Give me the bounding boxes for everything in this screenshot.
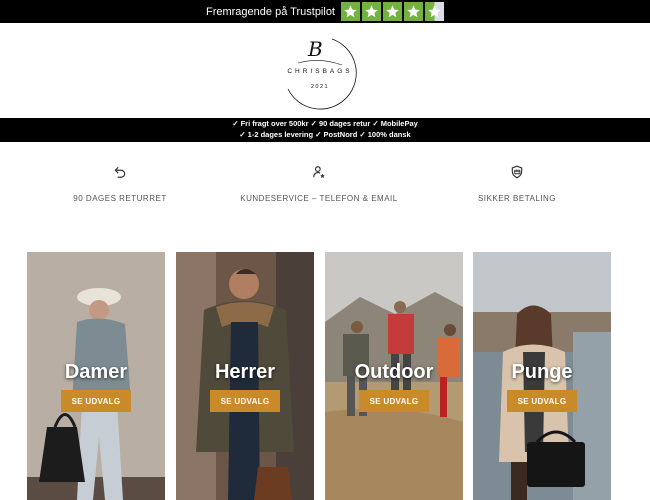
category-title: Herrer: [214, 361, 276, 383]
logo-year: 2021: [310, 84, 330, 90]
star-icon: [383, 2, 402, 21]
se-udvalg-button[interactable]: SE UDVALG: [507, 390, 577, 412]
return-arrow-icon: [20, 162, 220, 182]
trustpilot-bar[interactable]: Fremragende på Trustpilot: [0, 0, 650, 23]
customer-service-icon: [219, 162, 419, 182]
star-icon: [341, 2, 360, 21]
trustpilot-text[interactable]: Fremragende på Trustpilot: [206, 6, 335, 18]
trustpilot-stars: [341, 2, 444, 21]
category-title: Punge: [511, 361, 573, 383]
feature-label: SIKKER BETALING: [477, 194, 557, 203]
category-card-damer[interactable]: Damer SE UDVALG: [27, 252, 165, 500]
se-udvalg-button[interactable]: SE UDVALG: [359, 390, 429, 412]
category-title: Outdoor: [354, 361, 434, 383]
feature-customer-service: KUNDESERVICE – TELEFON & EMAIL: [219, 162, 419, 203]
secure-payment-icon: [417, 162, 617, 182]
benefits-line-1: ✓ Fri fragt over 500kr ✓ 90 dages retur …: [232, 119, 418, 128]
feature-secure-payment: SIKKER BETALING: [417, 162, 617, 203]
se-udvalg-button[interactable]: SE UDVALG: [61, 390, 131, 412]
header: B CHRISBAGS 2021: [0, 23, 650, 118]
category-card-herrer[interactable]: Herrer SE UDVALG: [176, 252, 314, 500]
star-icon: [404, 2, 423, 21]
half-star-icon: [425, 2, 444, 21]
logo-name: CHRISBAGS: [287, 68, 353, 75]
benefits-line-2: ✓ 1-2 dages levering ✓ PostNord ✓ 100% d…: [239, 129, 411, 139]
chrisbags-logo[interactable]: B CHRISBAGS 2021: [280, 35, 360, 110]
se-udvalg-button[interactable]: SE UDVALG: [210, 390, 280, 412]
feature-label: 90 DAGES RETURRET: [73, 194, 167, 203]
category-card-outdoor[interactable]: Outdoor SE UDVALG: [325, 252, 463, 500]
benefits-bar: ✓ Fri fragt over 500kr ✓ 90 dages retur …: [0, 118, 650, 142]
feature-label: KUNDESERVICE – TELEFON & EMAIL: [240, 194, 398, 203]
category-title: Damer: [64, 361, 128, 383]
logo-mark: B: [308, 37, 323, 61]
feature-returns: 90 DAGES RETURRET: [20, 162, 220, 203]
category-card-punge[interactable]: Punge SE UDVALG: [473, 252, 611, 500]
star-icon: [362, 2, 381, 21]
